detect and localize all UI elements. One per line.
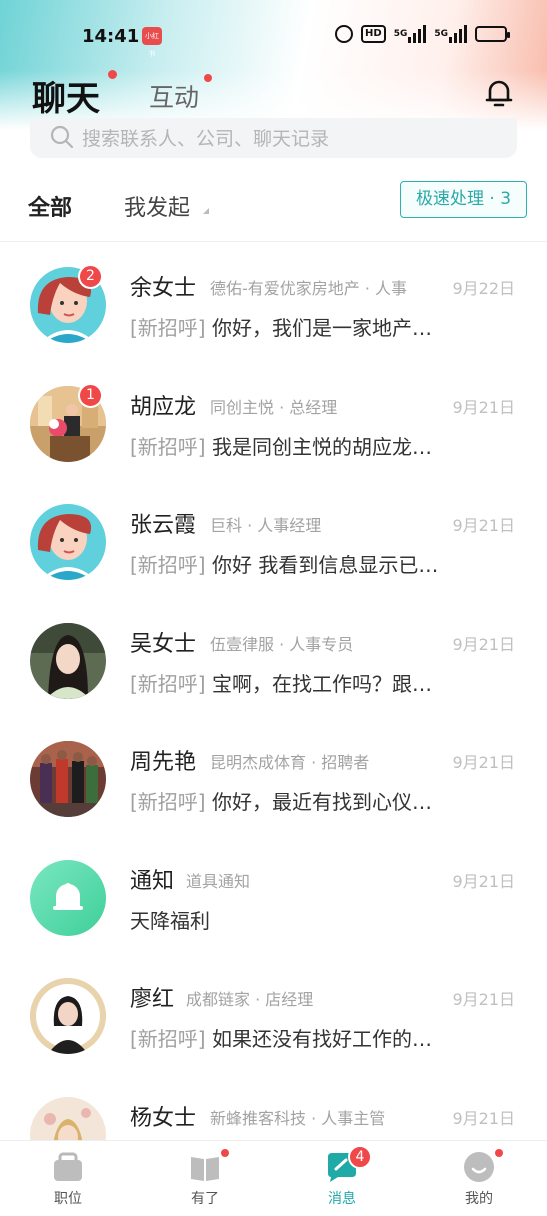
contact-company: 伍壹律服 · 人事专员 [210,634,354,654]
hd-icon: HD [361,25,386,43]
message-date: 9月21日 [452,753,515,772]
status-time: 14:41 [82,26,140,47]
header: 聊天 互动 [0,66,547,122]
contact-company: 巨科 · 人事经理 [210,516,322,535]
conversation-item[interactable]: 吴女士 伍壹律服 · 人事专员 9月21日 [新招呼] 宝啊，在找工作吗？跟… [0,598,547,717]
conversation-item[interactable]: 通知 道具通知 9月21日 天降福利 [0,835,547,954]
filter-bar: 全部 我发起 极速处理 · 3 [0,178,547,238]
tab-messages[interactable]: 4 消息 [292,1141,392,1216]
message-date: 9月21日 [452,516,515,535]
message-preview: [新招呼] 你好 我看到信息显示已… [130,553,439,577]
contact-name: 张云霞 [130,513,197,538]
message-preview: [新招呼] 你好，我们是一家地产… [130,316,432,340]
contact-name: 廖红 [130,987,175,1012]
tab-label: 有了 [191,1191,219,1207]
tab-unread-dot [221,1149,229,1157]
message-preview: 天降福利 [130,908,210,933]
tab-unread-dot [495,1149,503,1157]
conversation-item[interactable]: 周先艳 昆明杰成体育 · 招聘者 9月21日 [新招呼] 你好，最近有找到心仪… [0,716,547,835]
conversation-item[interactable]: 廖红 成都链家 · 店经理 9月21日 [新招呼] 如果还没有找好工作的… [0,953,547,1072]
signal-icon-2: 5G [434,24,467,44]
tab-jobs[interactable]: 职位 [18,1141,118,1216]
unread-badge: 1 [78,382,103,408]
filter-initiated-by-me[interactable]: 我发起 [124,190,190,222]
message-date: 9月21日 [452,397,515,417]
conversation-item[interactable]: 张云霞 巨科 · 人事经理 9月21日 [新招呼] 你好 我看到信息显示已… [0,479,547,598]
message-date: 9月21日 [452,871,515,891]
search-icon [50,125,74,149]
alarm-icon [335,25,354,43]
signal-icon-1: 5G [394,24,427,44]
conversation-item[interactable]: 2 余女士 德佑-有爱优家房地产 · 人事 9月22日 [新招呼] 你好，我们是… [0,242,547,361]
filter-all[interactable]: 全部 [28,190,72,222]
message-date: 9月21日 [452,634,515,654]
bell-avatar-icon [30,859,106,936]
battery-icon [475,26,510,42]
contact-name: 余女士 [130,276,197,301]
briefcase-icon [54,1152,82,1181]
search-placeholder: 搜索联系人、公司、聊天记录 [82,128,330,150]
interact-unread-dot [204,74,212,82]
profile-icon [464,1152,494,1182]
contact-company: 新蜂推客科技 · 人事主管 [210,1108,386,1128]
chat-unread-dot [108,70,117,79]
message-date: 9月21日 [452,1108,515,1128]
contact-company: 昆明杰成体育 · 招聘者 [210,753,370,772]
photo-avatar [30,741,106,817]
tab-label: 我的 [465,1191,493,1207]
conversation-item[interactable]: 1 胡应龙 同创主悦 · 总经理 9月21日 [新招呼] 我是同创主悦的胡应龙… [0,361,547,480]
contact-company: 德佑-有爱优家房地产 · 人事 [210,279,408,298]
conversation-list: 2 余女士 德佑-有爱优家房地产 · 人事 9月22日 [新招呼] 你好，我们是… [0,242,547,1190]
message-preview: [新招呼] 如果还没有找好工作的… [130,1027,432,1051]
contact-company: 道具通知 [186,871,251,891]
app-notification-icon: 小红书 [142,27,162,58]
contact-name: 胡应龙 [130,394,197,420]
tab-youle[interactable]: 有了 [155,1141,255,1216]
bell-icon[interactable] [485,78,513,108]
photo-avatar [30,622,106,699]
message-preview: [新招呼] 宝啊，在找工作吗？跟… [130,671,432,696]
message-date: 9月22日 [452,279,515,298]
contact-company: 成都链家 · 店经理 [186,990,314,1009]
contact-name: 杨女士 [130,1105,197,1131]
tab-chat[interactable]: 聊天 [32,71,100,120]
message-preview: [新招呼] 你好，最近有找到心仪… [130,790,432,814]
tab-interact[interactable]: 互动 [149,78,199,114]
tab-label: 职位 [54,1191,82,1207]
fast-process-button[interactable]: 极速处理 · 3 [400,181,527,218]
unread-badge: 2 [78,264,103,289]
status-icons: HD 5G 5G [335,24,510,44]
contact-name: 通知 [130,868,175,894]
contact-name: 吴女士 [130,631,197,657]
dropdown-arrow-icon [203,208,209,214]
search-input[interactable]: 搜索联系人、公司、聊天记录 [30,118,517,158]
contact-company: 同创主悦 · 总经理 [210,397,338,417]
bottom-tab-bar: 职位 有了 4 消息 我的 [0,1140,547,1216]
message-date: 9月21日 [452,990,515,1009]
tab-me[interactable]: 我的 [429,1141,529,1216]
cartoon-woman-avatar-icon [30,504,106,580]
message-preview: [新招呼] 我是同创主悦的胡应龙… [130,434,432,459]
photo-avatar [30,978,106,1054]
tab-label: 消息 [328,1191,356,1207]
book-icon [191,1157,219,1181]
unread-badge: 4 [348,1145,372,1169]
contact-name: 周先艳 [130,750,197,775]
status-bar: 14:41 小红书 HD 5G 5G [0,18,547,58]
